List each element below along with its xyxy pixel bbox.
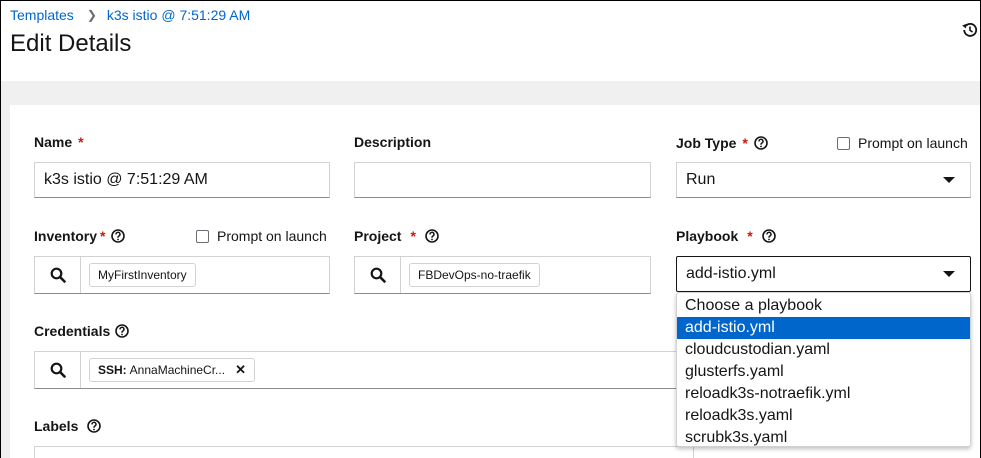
- playbook-option[interactable]: reloadk3s-notraefik.yml: [677, 383, 970, 405]
- labels-label-text: Labels: [34, 418, 79, 434]
- credentials-label-text: Credentials: [34, 323, 111, 339]
- history-icon: [962, 23, 978, 37]
- search-icon: [50, 362, 66, 378]
- project-search-button[interactable]: [355, 257, 401, 293]
- help-icon[interactable]: [111, 229, 126, 243]
- search-icon: [50, 267, 66, 283]
- caret-down-icon: [943, 271, 955, 277]
- inventory-lookup[interactable]: MyFirstInventory: [34, 256, 330, 294]
- help-icon[interactable]: [87, 419, 102, 433]
- close-icon[interactable]: ✕: [235, 362, 246, 378]
- breadcrumb-templates-link[interactable]: Templates: [10, 7, 74, 23]
- page-left-gutter: [1, 105, 10, 458]
- search-icon: [370, 267, 386, 283]
- prompt-label: Prompt on launch: [858, 135, 968, 151]
- credentials-label: Credentials: [34, 323, 130, 339]
- help-icon[interactable]: [761, 229, 776, 243]
- name-label-text: Name: [34, 134, 73, 150]
- breadcrumb-current-link[interactable]: k3s istio @ 7:51:29 AM: [107, 7, 250, 23]
- playbook-option[interactable]: scrubk3s.yaml: [677, 427, 970, 449]
- breadcrumb: Templates ❯ k3s istio @ 7:51:29 AM: [10, 7, 250, 23]
- job-type-prompt-checkbox[interactable]: Prompt on launch: [837, 135, 968, 151]
- labels-field[interactable]: [34, 446, 694, 458]
- checkbox[interactable]: [196, 229, 209, 243]
- project-lookup[interactable]: FBDevOps-no-traefik: [354, 256, 651, 294]
- playbook-option[interactable]: Choose a playbook: [677, 295, 970, 317]
- project-label: Project *: [354, 228, 439, 244]
- description-label: Description: [354, 134, 432, 150]
- playbook-label: Playbook *: [676, 228, 776, 244]
- help-icon[interactable]: [754, 136, 768, 150]
- inventory-chip-group: MyFirstInventory: [81, 257, 329, 293]
- required-marker: *: [78, 134, 84, 150]
- playbook-option[interactable]: glusterfs.yaml: [677, 361, 970, 383]
- description-field[interactable]: [354, 162, 651, 198]
- required-marker: *: [742, 135, 748, 151]
- playbook-label-text: Playbook: [676, 228, 739, 244]
- credential-chip-type: SSH:: [98, 363, 127, 377]
- inventory-chip: MyFirstInventory: [89, 263, 196, 287]
- playbook-value: add-istio.yml: [686, 265, 776, 282]
- page-title: Edit Details: [10, 30, 132, 57]
- job-type-label-text: Job Type: [676, 135, 737, 151]
- credential-chip: SSH: AnnaMachineCr... ✕: [89, 358, 255, 382]
- playbook-option[interactable]: cloudcustodian.yaml: [677, 339, 970, 361]
- required-marker: *: [100, 228, 106, 244]
- history-button[interactable]: [961, 21, 979, 39]
- breadcrumb-separator-icon: ❯: [86, 8, 97, 22]
- name-field[interactable]: k3s istio @ 7:51:29 AM: [34, 162, 330, 198]
- job-type-select[interactable]: Run: [676, 162, 971, 198]
- project-label-text: Project: [354, 228, 402, 244]
- playbook-option-selected[interactable]: add-istio.yml: [677, 317, 970, 339]
- credentials-chip-group: SSH: AnnaMachineCr... ✕: [81, 352, 693, 388]
- name-label: Name *: [34, 134, 84, 150]
- inventory-search-button[interactable]: [35, 257, 81, 293]
- labels-label: Labels: [34, 418, 102, 434]
- help-icon[interactable]: [115, 324, 130, 338]
- playbook-select[interactable]: add-istio.yml: [676, 256, 971, 292]
- required-marker: *: [410, 228, 416, 244]
- job-type-value: Run: [686, 171, 716, 188]
- required-marker: *: [747, 228, 753, 244]
- page-header: Templates ❯ k3s istio @ 7:51:29 AM Edit …: [1, 1, 980, 81]
- playbook-option[interactable]: reloadk3s.yaml: [677, 405, 970, 427]
- credential-chip-name: AnnaMachineCr...: [129, 363, 226, 377]
- caret-down-icon: [943, 177, 955, 183]
- job-type-label: Job Type *: [676, 135, 768, 151]
- checkbox[interactable]: [837, 136, 850, 150]
- page-section-divider: [1, 81, 980, 105]
- help-icon[interactable]: [425, 229, 439, 243]
- inventory-label: Inventory *: [34, 228, 126, 244]
- inventory-label-text: Inventory: [34, 228, 98, 244]
- project-chip-group: FBDevOps-no-traefik: [401, 257, 650, 293]
- credentials-lookup[interactable]: SSH: AnnaMachineCr... ✕: [34, 351, 694, 389]
- inventory-prompt-checkbox[interactable]: Prompt on launch: [196, 228, 327, 244]
- credentials-search-button[interactable]: [35, 352, 81, 388]
- playbook-dropdown-menu: Choose a playbook add-istio.yml cloudcus…: [676, 292, 971, 447]
- project-chip: FBDevOps-no-traefik: [409, 263, 540, 287]
- prompt-label: Prompt on launch: [217, 228, 327, 244]
